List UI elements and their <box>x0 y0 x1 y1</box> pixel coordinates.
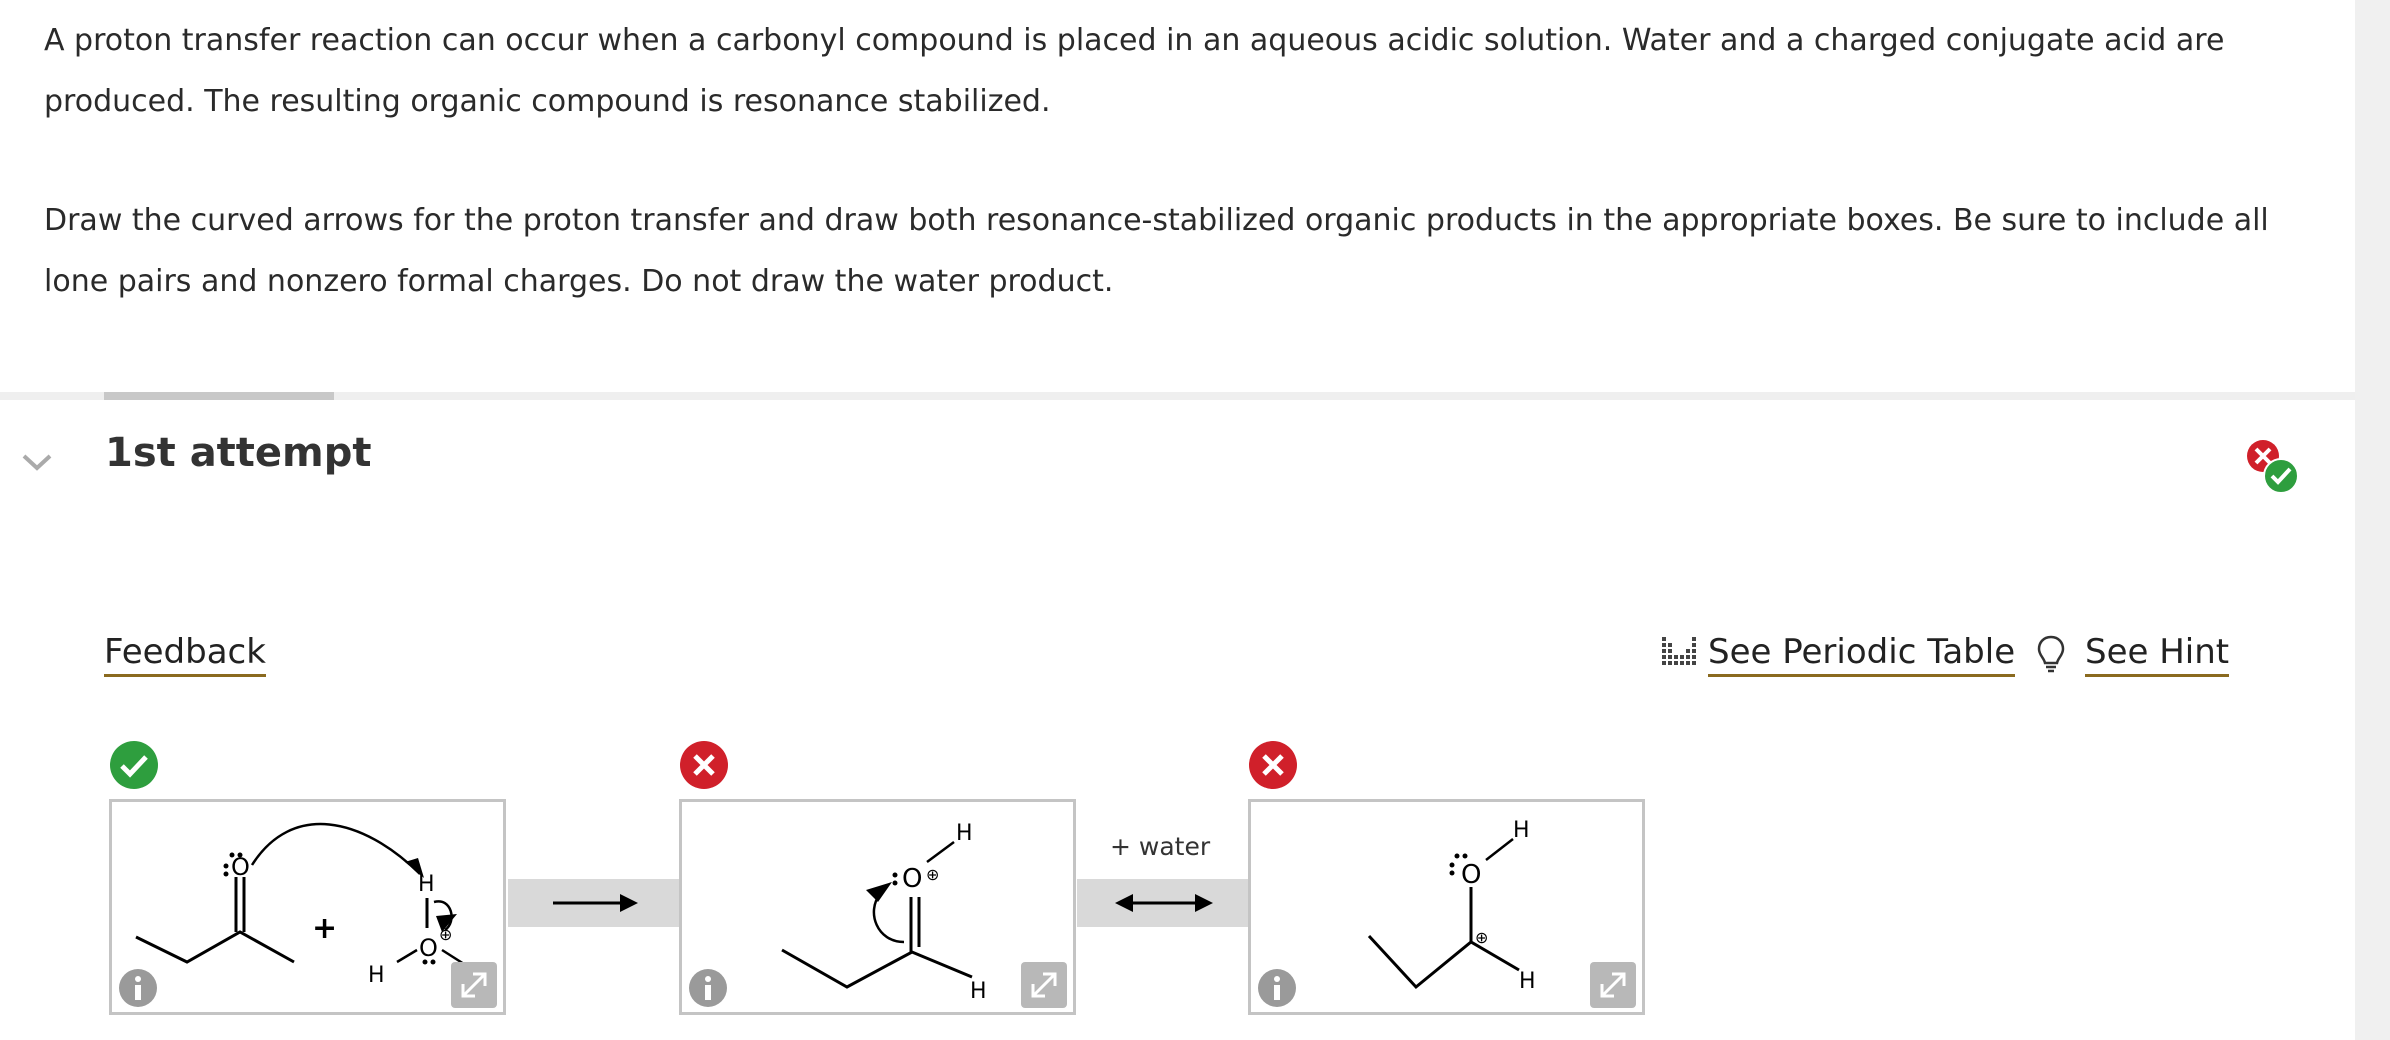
hydronium-oxygen-label: O <box>419 934 438 962</box>
chevron-down-icon[interactable] <box>18 448 56 476</box>
methine-h-label: H <box>1519 969 1536 994</box>
carbocation-charge: ⊕ <box>1475 928 1488 947</box>
resonance-arrow-connector <box>1077 879 1251 927</box>
see-hint-link[interactable]: See Hint <box>2085 632 2230 677</box>
hydronium-h2-label: H <box>368 963 385 988</box>
question-text: A proton transfer reaction can occur whe… <box>44 10 2284 312</box>
question-paragraph-1: A proton transfer reaction can occur whe… <box>44 23 2225 119</box>
lightbulb-icon <box>2037 635 2065 673</box>
question-paragraph-2: Draw the curved arrows for the proton tr… <box>44 203 2269 299</box>
attempt-title: 1st attempt <box>105 430 372 476</box>
expand-icon[interactable] <box>1021 962 1067 1008</box>
product-resonance-2-box[interactable]: O H ⊕ H <box>1248 799 1645 1015</box>
oxonium-oxygen-label: O <box>902 864 922 894</box>
info-icon[interactable] <box>118 968 158 1008</box>
water-byproduct-label: + water <box>1110 832 1211 861</box>
reactants-drawing-box[interactable]: O + H O ⊕ H <box>109 799 506 1015</box>
page-scrollbar[interactable] <box>2355 0 2390 1040</box>
correct-check-icon <box>110 741 158 789</box>
forward-arrow-icon <box>553 894 638 912</box>
forward-arrow-connector <box>508 879 682 927</box>
methyl-h-label: H <box>970 979 987 1004</box>
periodic-table-icon <box>1662 637 1696 665</box>
expand-icon[interactable] <box>1590 962 1636 1008</box>
hydronium-h-label: H <box>418 872 435 897</box>
feedback-link[interactable]: Feedback <box>104 632 266 677</box>
reactants-structure: O + H O ⊕ H <box>135 822 465 988</box>
incorrect-x-icon <box>1249 741 1297 789</box>
plus-sign: + <box>312 911 337 946</box>
info-icon[interactable] <box>688 968 728 1008</box>
info-icon[interactable] <box>1257 968 1297 1008</box>
product-1-structure: O ⊕ H H <box>781 821 987 1004</box>
product-2-structure: O H ⊕ H <box>1367 818 1536 994</box>
expand-icon[interactable] <box>451 962 497 1008</box>
resonance-double-arrow-icon <box>1115 894 1213 912</box>
attempt-tab-indicator <box>104 392 334 400</box>
attempt-divider <box>0 392 2355 400</box>
oxonium-charge: ⊕ <box>926 865 939 884</box>
see-periodic-table-link[interactable]: See Periodic Table <box>1708 632 2016 677</box>
hydroxyl-oxygen-label: O <box>1461 860 1481 890</box>
oxonium-h-label: H <box>956 821 973 846</box>
product-resonance-1-box[interactable]: O ⊕ H H <box>679 799 1076 1015</box>
hydroxyl-h-label: H <box>1513 818 1530 843</box>
incorrect-x-icon <box>680 741 728 789</box>
attempt-status-icon <box>2247 440 2299 494</box>
